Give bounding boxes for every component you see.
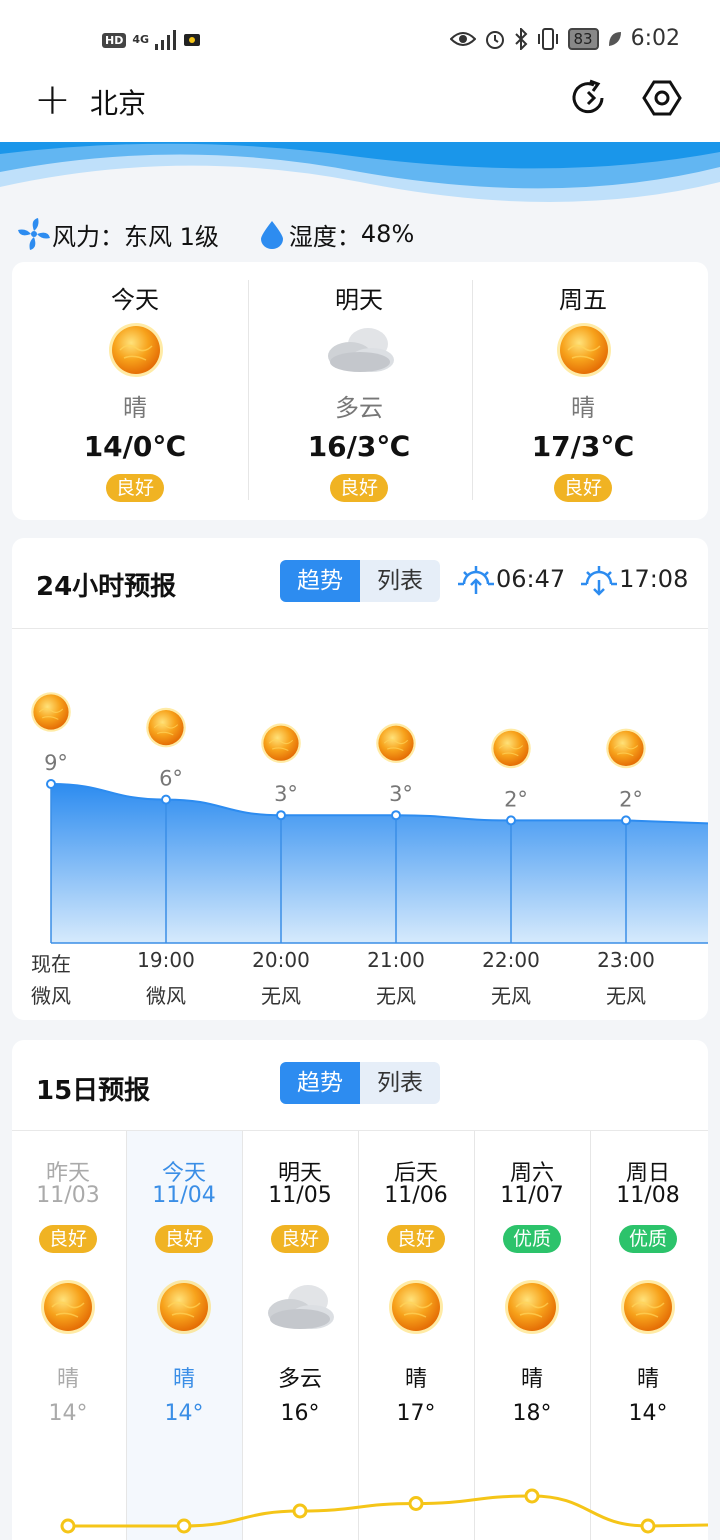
day-name: 今天	[111, 286, 159, 314]
hour-wind: 无风	[261, 984, 301, 1008]
day-condition: 多云	[335, 394, 383, 422]
wind-label: 风力：	[52, 222, 124, 251]
clock: 6:02	[630, 26, 680, 51]
sun-icon	[606, 729, 646, 769]
current-info-row: 风力： 东风 1级 湿度： 48%	[16, 216, 414, 252]
temperature-point	[276, 810, 286, 821]
daily-forecast-card: 15日预报 趋势 列表 昨天 11/03 良好晴 14° 今天 11/04 良好晴 14° 明天…	[12, 1040, 708, 1540]
day-condition: 晴	[123, 394, 147, 422]
wallet-icon	[184, 34, 201, 46]
hour-wind: 无风	[606, 984, 646, 1008]
daily-trend-line	[60, 1488, 708, 1534]
humidity-value: 48%	[360, 220, 415, 248]
high-temp-point	[524, 1488, 540, 1504]
sun-icon	[491, 729, 531, 769]
day-temperature: 16/3℃	[307, 430, 411, 463]
day-temperature: 17/3℃	[531, 430, 635, 463]
hour-wind: 无风	[376, 984, 416, 1008]
hour-time: 23:00	[597, 948, 655, 972]
sun-icon	[146, 708, 186, 748]
hour-wind: 无风	[491, 984, 531, 1008]
three-day-card: 今天 晴 14/0℃ 良好 明天 多云 16/3℃ 良好 周五 晴 17/3℃ …	[12, 262, 708, 520]
high-temp-line	[67, 1494, 708, 1528]
high-temp-point	[292, 1503, 308, 1519]
hd-badge: HD	[102, 32, 127, 48]
day-name: 明天	[335, 286, 383, 314]
daily-list-tab[interactable]: 列表	[360, 1062, 440, 1104]
day-temperature: 14/0℃	[83, 430, 187, 463]
daily-columns: 昨天 11/03 良好晴 14° 今天 11/04 良好晴 14° 明天 11/05 良好 多云 16°…	[12, 1131, 708, 1540]
temperature-label: 3°	[389, 782, 413, 806]
day-name: 周五	[559, 286, 607, 314]
status-left: HD 4G	[102, 30, 201, 50]
humidity-icon	[260, 221, 283, 249]
temperature-area	[51, 784, 708, 943]
app-header: + 北京	[0, 62, 720, 142]
settings-icon[interactable]	[642, 78, 682, 118]
wind-icon	[18, 218, 50, 250]
signal-icon	[155, 30, 177, 50]
vibrate-icon	[537, 27, 558, 50]
alarm-icon	[485, 30, 504, 49]
temperature-point	[621, 815, 631, 826]
daily-view-toggle: 趋势 列表	[280, 1062, 440, 1104]
temperature-label: 2°	[504, 787, 528, 811]
temperature-label: 6°	[159, 767, 183, 791]
sun-icon	[106, 320, 166, 380]
hour-time: 20:00	[252, 948, 310, 972]
leaf-icon	[608, 31, 621, 46]
status-right: 83 6:02	[449, 26, 680, 51]
wind-value: 东风 1级	[124, 222, 219, 251]
high-temp-point	[60, 1518, 76, 1534]
city-name[interactable]: 北京	[90, 82, 146, 122]
aqi-badge: 良好	[329, 474, 388, 502]
bluetooth-icon	[514, 27, 527, 50]
hour-wind: 微风	[146, 984, 186, 1008]
add-city-icon[interactable]: +	[34, 78, 71, 122]
temperature-point	[46, 779, 56, 789]
day-condition: 晴	[571, 394, 595, 422]
hour-time: 19:00	[137, 948, 195, 972]
daily-title: 15日预报	[36, 1076, 151, 1106]
temperature-point	[161, 794, 171, 805]
temperature-point	[506, 815, 516, 826]
high-temp-point	[176, 1518, 192, 1534]
hour-time: 22:00	[482, 948, 540, 972]
hour-time: 现在	[31, 952, 71, 976]
humidity-label: 湿度：	[288, 222, 361, 251]
temperature-point	[391, 810, 401, 821]
daily-trend-tab[interactable]: 趋势	[280, 1062, 360, 1104]
temperature-label: 3°	[274, 782, 298, 806]
high-temp-point	[408, 1496, 424, 1511]
sun-icon	[261, 723, 301, 763]
battery-indicator: 83	[567, 27, 599, 50]
cloud-icon	[320, 320, 400, 380]
sun-icon	[31, 692, 71, 732]
hour-time: 21:00	[367, 948, 425, 972]
hour-wind: 微风	[31, 984, 71, 1008]
refresh-icon[interactable]	[568, 78, 608, 118]
temperature-label: 9°	[44, 751, 68, 775]
aqi-badge: 良好	[105, 474, 164, 502]
sun-icon	[554, 320, 614, 380]
hourly-forecast-card: 24小时预报 趋势 列表 06:47 17:08 9° 6° 3° 3° 2° 2° 现在…	[12, 538, 708, 1020]
header-wave	[0, 142, 720, 222]
network-type: 4G	[132, 33, 150, 46]
aqi-badge: 良好	[553, 474, 612, 502]
high-temp-point	[640, 1518, 656, 1534]
eye-icon	[449, 31, 476, 46]
temperature-label: 2°	[619, 787, 643, 811]
sun-icon	[376, 723, 416, 763]
